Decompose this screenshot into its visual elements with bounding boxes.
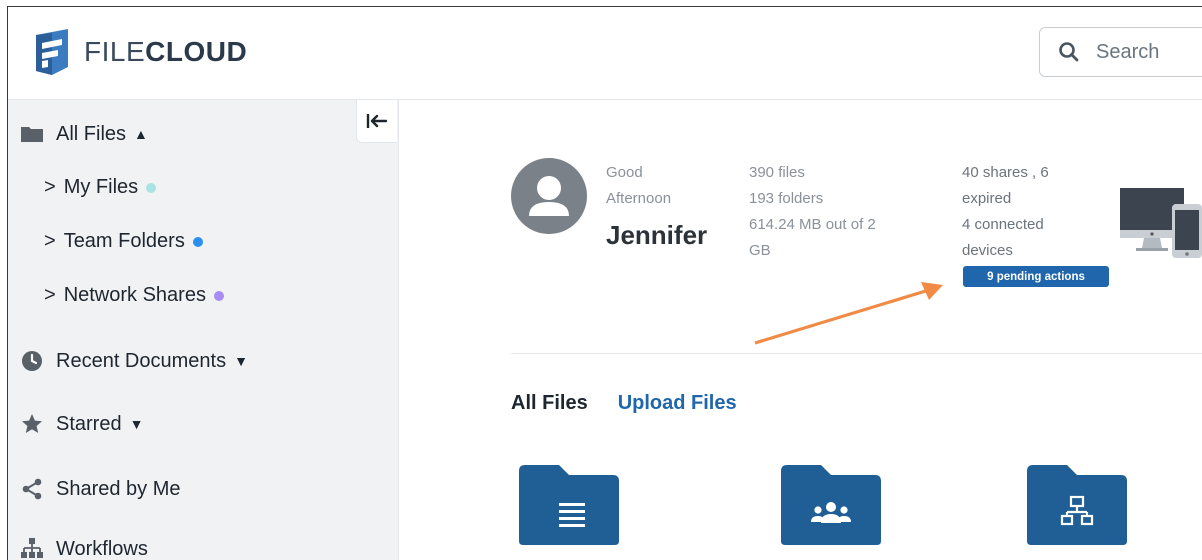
sidebar-item-recent-documents[interactable]: Recent Documents ▼ [20,349,248,373]
chevron-right-icon: > [44,284,56,306]
storage-usage: 614.24 MB out of 2 [749,216,876,233]
sidebar-item-label: Starred [56,412,122,435]
search-box[interactable]: Search [1039,27,1202,77]
sidebar-item-label: Shared by Me [56,477,181,500]
sidebar-item-label: Network Shares [63,284,206,306]
shares-link[interactable]: 40 shares , 6 [962,160,1049,186]
sidebar-item-starred[interactable]: Starred ▼ [20,412,143,436]
divider [511,353,1202,354]
main-content: Good Afternoon Jennifer 390 files 193 fo… [399,100,1202,560]
share-icon [20,477,44,501]
storage-stats: 390 files 193 folders 614.24 MB out of 2… [749,160,876,264]
document-folder-icon[interactable] [519,465,619,550]
files-count: 390 files [749,164,805,181]
chevron-right-icon: > [44,176,56,198]
sidebar-item-label: My Files [63,176,139,198]
annotation-arrow-icon [754,282,943,345]
caret-down-icon: ▼ [234,353,248,369]
status-dot [213,290,224,301]
sidebar-item-team-folders[interactable]: > Team Folders [44,230,203,253]
collapse-left-icon [366,114,388,128]
devices-link[interactable]: 4 connected [962,212,1049,238]
search-icon [1059,42,1079,62]
tab-upload-files[interactable]: Upload Files [618,392,737,415]
caret-up-icon: ▲ [134,126,148,142]
sidebar: All Files ▲ > My Files > Team Folders > … [8,100,399,560]
sidebar-item-label: Team Folders [63,230,185,252]
user-name: Jennifer [606,220,708,250]
sidebar-item-all-files[interactable]: All Files ▲ [20,122,148,146]
logo-text: FILECLOUD [84,36,248,67]
greeting-line: Good [606,164,643,181]
filecloud-logo[interactable]: FILECLOUD [32,27,247,77]
pending-actions-badge[interactable]: 9 pending actions [963,266,1109,287]
sidebar-item-label: Recent Documents [56,349,227,372]
share-stats: 40 shares , 6 expired 4 connected device… [962,160,1049,264]
sidebar-item-network-shares[interactable]: > Network Shares [44,284,224,307]
devices-icon [1114,186,1202,271]
status-dot [146,182,157,193]
sidebar-item-label: Workflows [56,537,148,560]
status-dot [192,236,203,247]
folder-icon [20,122,44,146]
star-icon [20,412,44,436]
filecloud-logo-icon [36,29,68,75]
team-folder-icon[interactable] [781,465,881,550]
storage-usage: GB [749,242,771,259]
app-window: FILECLOUD Search All Files ▲ > My Files … [7,6,1202,560]
workflow-icon [20,537,44,560]
folders-count: 193 folders [749,190,824,207]
clock-icon [20,349,44,373]
caret-down-icon: ▼ [129,416,144,432]
search-placeholder: Search [1096,40,1160,63]
greeting-line: Afternoon [606,190,672,207]
sidebar-item-workflows[interactable]: Workflows [20,537,148,560]
user-icon [529,176,569,216]
top-bar: FILECLOUD Search [8,7,1202,100]
network-folder-icon[interactable] [1027,465,1127,550]
chevron-right-icon: > [44,230,56,252]
sidebar-item-my-files[interactable]: > My Files [44,176,157,199]
collapse-sidebar-button[interactable] [356,100,397,143]
tab-all-files[interactable]: All Files [511,392,588,415]
file-tabs: All Files Upload Files [511,392,737,415]
sidebar-item-shared-by-me[interactable]: Shared by Me [20,477,181,501]
avatar[interactable] [511,158,587,234]
greeting: Good Afternoon [606,160,671,212]
sidebar-item-label: All Files [56,122,127,145]
devices-link[interactable]: devices [962,238,1049,264]
shares-link[interactable]: expired [962,186,1049,212]
